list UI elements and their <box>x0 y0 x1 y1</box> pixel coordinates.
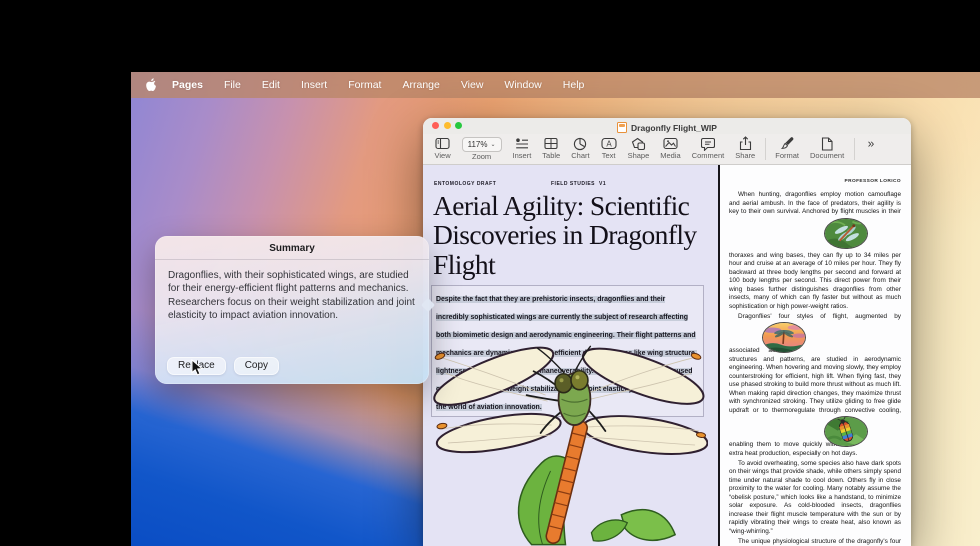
dragonfly-illustration[interactable] <box>424 342 708 546</box>
screen: Pages File Edit Insert Format Arrange View Wind… <box>0 0 980 546</box>
byline[interactable]: PROFESSOR LORICO <box>729 179 901 184</box>
toolbar-table-button[interactable]: Table <box>542 136 560 160</box>
toolbar-view-button[interactable]: View <box>435 136 451 160</box>
toolbar-label: Zoom <box>472 152 491 161</box>
menu-arrange[interactable]: Arrange <box>402 79 439 91</box>
menu-bar: Pages File Edit Insert Format Arrange View Wind… <box>131 72 980 98</box>
toolbar-text-button[interactable]: A Text <box>601 136 617 160</box>
toolbar-label: Media <box>660 151 680 160</box>
toolbar-label: Document <box>810 151 844 160</box>
summary-popup: Summary Dragonflies, with their sophisti… <box>155 236 429 384</box>
toolbar-label: Comment <box>692 151 725 160</box>
article-paragraph[interactable]: The unique physiological structure of th… <box>729 538 901 546</box>
toolbar-more-button[interactable]: » <box>864 136 878 151</box>
toolbar-label: Text <box>602 151 616 160</box>
toolbar-zoom-button[interactable]: 117%⌄Zoom <box>462 136 502 161</box>
article-title[interactable]: Aerial Agility: Scientific Discoveries i… <box>433 191 713 279</box>
svg-text:A: A <box>606 140 612 149</box>
menu-window[interactable]: Window <box>504 79 541 91</box>
toolbar-label: Table <box>542 151 560 160</box>
svg-text:»: » <box>868 137 875 150</box>
sidebar-icon <box>435 136 450 151</box>
eyebrow-entomology[interactable]: ENTOMOLOGY DRAFT <box>434 181 496 187</box>
toolbar-document-button[interactable]: Document <box>810 136 844 160</box>
zoom-icon: 117%⌄ <box>462 137 502 152</box>
toolbar-insert-button[interactable]: Insert <box>513 136 532 160</box>
menu-items: Pages File Edit Insert Format Arrange View Wind… <box>172 79 584 91</box>
popup-summary-text: Dragonflies, with their sophisticated wi… <box>155 260 429 322</box>
minimize-button[interactable] <box>444 122 451 129</box>
eyebrow-version[interactable]: V1 <box>599 181 606 187</box>
more-icon: » <box>864 136 878 151</box>
close-button[interactable] <box>432 122 439 129</box>
popup-buttons: Replace Copy <box>167 357 279 375</box>
shape-icon <box>631 136 646 151</box>
toolbar-separator <box>854 138 855 160</box>
popup-title: Summary <box>155 236 429 260</box>
text-wrap-spacer <box>846 218 901 251</box>
replace-button[interactable]: Replace <box>167 357 226 375</box>
share-icon <box>739 136 752 151</box>
table-icon <box>544 136 558 151</box>
window-titlebar[interactable]: Dragonfly Flight_WIP <box>423 118 911 134</box>
text-wrap-spacer <box>846 416 901 449</box>
menu-help[interactable]: Help <box>563 79 585 91</box>
menu-edit[interactable]: Edit <box>262 79 280 91</box>
article-paragraph[interactable]: To avoid overheating, some species also … <box>729 460 901 537</box>
toolbar-label: Share <box>735 151 755 160</box>
desktop-wallpaper: Pages File Edit Insert Format Arrange View Wind… <box>131 72 980 546</box>
toolbar-share-button[interactable]: Share <box>735 136 755 160</box>
comment-icon <box>701 136 715 151</box>
copy-button[interactable]: Copy <box>234 357 279 375</box>
menu-insert[interactable]: Insert <box>301 79 327 91</box>
toolbar-media-button[interactable]: Media <box>660 136 680 160</box>
menu-pages[interactable]: Pages <box>172 79 203 91</box>
article-paragraph[interactable]: When hunting, dragonflies employ motion … <box>729 191 901 311</box>
menu-view[interactable]: View <box>461 79 484 91</box>
text-icon: A <box>601 136 617 151</box>
document-left-page[interactable]: ENTOMOLOGY DRAFT FIELD STUDIES V1 Aerial… <box>423 165 718 546</box>
toolbar-separator <box>765 138 766 160</box>
window-title-text: Dragonfly Flight_WIP <box>631 123 717 133</box>
window-title: Dragonfly Flight_WIP <box>617 122 717 133</box>
toolbar-comment-button[interactable]: Comment <box>692 136 725 160</box>
apple-menu-icon[interactable] <box>145 78 158 93</box>
toolbar-shape-button[interactable]: Shape <box>628 136 650 160</box>
toolbar-chart-button[interactable]: Chart <box>571 136 589 160</box>
menu-file[interactable]: File <box>224 79 241 91</box>
toolbar-label: View <box>435 151 451 160</box>
article-paragraph[interactable]: Dragonflies' four styles of flight, augm… <box>729 313 901 459</box>
chart-icon <box>573 136 587 151</box>
media-icon <box>663 136 678 151</box>
document-right-column[interactable]: PROFESSOR LORICO When hunting, dragonfli… <box>720 165 911 546</box>
eyebrow-field-studies[interactable]: FIELD STUDIES <box>551 181 595 187</box>
document-area: ENTOMOLOGY DRAFT FIELD STUDIES V1 Aerial… <box>423 165 911 546</box>
pages-window: Dragonfly Flight_WIP View 117%⌄Zoom Insert… <box>423 118 911 546</box>
pages-document-icon <box>617 122 627 133</box>
right-column-paragraphs: When hunting, dragonflies employ motion … <box>729 191 901 546</box>
toolbar-format-button[interactable]: Format <box>775 136 799 160</box>
toolbar-label: Insert <box>513 151 532 160</box>
rainbow-beetle-image[interactable] <box>824 416 868 447</box>
text-wrap-spacer <box>784 322 901 355</box>
toolbar-label: Chart <box>571 151 589 160</box>
dragonfly-sunset-image[interactable] <box>762 322 806 353</box>
zoom-window-button[interactable] <box>455 122 462 129</box>
format-icon <box>780 136 795 151</box>
menu-format[interactable]: Format <box>348 79 381 91</box>
document-icon <box>821 136 833 151</box>
insert-icon <box>515 136 529 151</box>
traffic-lights <box>432 122 462 129</box>
toolbar-label: Format <box>775 151 799 160</box>
dragonfly-on-leaves-image[interactable] <box>824 218 868 249</box>
toolbar-label: Shape <box>628 151 650 160</box>
pages-toolbar: View 117%⌄Zoom Insert Table Chart A Text Shape M… <box>423 134 911 165</box>
